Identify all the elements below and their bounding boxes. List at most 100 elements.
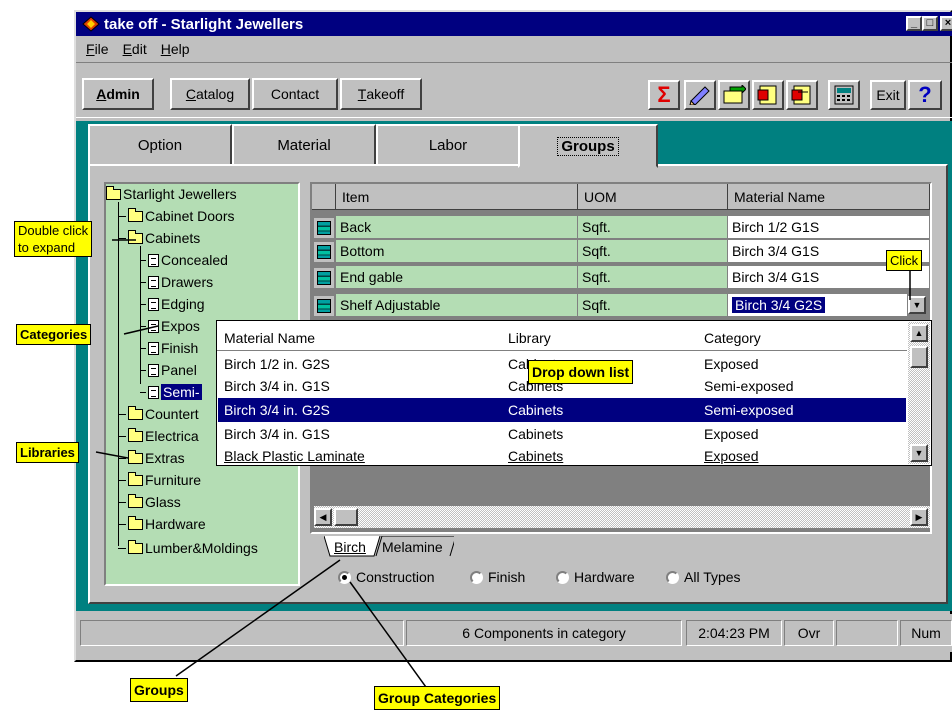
tree-item-exposed[interactable]: Expos — [140, 316, 200, 336]
dropdown-option-selected[interactable]: Birch 3/4 in. G2S Cabinets Semi-exposed — [218, 398, 906, 422]
tree-item-edging[interactable]: Edging — [140, 294, 205, 314]
dropdown-header: Material Name Library Category — [224, 330, 761, 346]
table-row-item[interactable]: Shelf Adjustable — [336, 294, 578, 317]
tree-item-panel[interactable]: Panel — [140, 360, 197, 380]
tree-item-cabinets[interactable]: Cabinets — [118, 228, 200, 248]
document-icon — [148, 363, 159, 377]
group-tab-birch[interactable]: Birch — [324, 536, 454, 558]
status-message: 6 Components in category — [406, 620, 682, 646]
calculator-icon[interactable] — [828, 80, 860, 110]
h-scroll-thumb[interactable] — [334, 508, 358, 526]
exit-button[interactable]: Exit — [870, 80, 906, 110]
transfer-icon[interactable] — [718, 80, 750, 110]
table-row-item[interactable]: Back — [336, 216, 578, 239]
document-icon — [148, 253, 159, 267]
table-row-material[interactable]: Birch 1/2 G1S — [728, 216, 930, 239]
folder-icon — [128, 449, 143, 464]
component-icon — [314, 268, 334, 288]
tree-item-concealed[interactable]: Concealed — [140, 250, 228, 270]
grid-corner — [312, 184, 336, 210]
table-row-uom[interactable]: Sqft. — [578, 240, 728, 263]
document-icon — [148, 385, 159, 399]
status-overwrite: Ovr — [784, 620, 834, 646]
help-icon[interactable]: ? — [908, 80, 942, 110]
grid-header-uom[interactable]: UOM — [578, 184, 728, 210]
table-row-uom[interactable]: Sqft. — [578, 216, 728, 239]
menu-edit[interactable]: Edit — [123, 41, 147, 57]
open-folder-icon — [106, 185, 121, 200]
tab-labor[interactable]: Labor — [376, 124, 520, 166]
folder-icon — [128, 427, 143, 442]
admin-button[interactable]: Admin — [82, 78, 154, 110]
tree-item-furniture[interactable]: Furniture — [118, 470, 201, 490]
folder-icon — [128, 515, 143, 530]
tree-item-semi-exposed[interactable]: Semi- — [140, 382, 202, 402]
scroll-up-button[interactable]: ▲ — [910, 324, 928, 342]
app-logo-icon — [82, 16, 100, 32]
catalog-button[interactable]: Catalog — [170, 78, 250, 110]
dropdown-scrollbar[interactable] — [908, 322, 930, 464]
maximize-button[interactable]: □ — [922, 16, 938, 31]
folder-icon — [128, 207, 143, 222]
contact-button[interactable]: Contact — [252, 78, 338, 110]
tab-option[interactable]: Option — [88, 124, 232, 166]
close-button[interactable]: × — [940, 16, 952, 31]
folder-icon — [128, 493, 143, 508]
tree-item-extras[interactable]: Extras — [118, 448, 185, 468]
tree-item-countertops[interactable]: Countert — [118, 404, 199, 424]
tree-item-electrical[interactable]: Electrica — [118, 426, 199, 446]
folder-icon — [128, 405, 143, 420]
tab-groups[interactable]: Groups — [518, 124, 658, 168]
takeoff-button[interactable]: Takeoff — [340, 78, 422, 110]
tree-item-lumber-moldings[interactable]: Lumber&Moldings — [118, 538, 258, 558]
radio-finish[interactable]: Finish — [470, 568, 525, 586]
callout-libraries: Libraries — [16, 442, 79, 463]
tree-item-drawers[interactable]: Drawers — [140, 272, 213, 292]
material-combo-value[interactable]: Birch 3/4 G2S — [728, 294, 908, 317]
radio-construction[interactable]: Construction — [338, 568, 435, 586]
grid-horizontal-scrollbar[interactable] — [314, 506, 930, 528]
open-folder-icon — [128, 229, 143, 244]
book-icon[interactable] — [752, 80, 784, 110]
tree-item-hardware[interactable]: Hardware — [118, 514, 206, 534]
pencil-icon[interactable] — [684, 80, 716, 110]
menu-file[interactable]: File — [86, 41, 109, 57]
sum-icon[interactable]: Σ — [648, 80, 680, 110]
document-icon — [148, 297, 159, 311]
window-title: take off - Starlight Jewellers — [104, 15, 304, 33]
scroll-left-button[interactable]: ◀ — [314, 508, 332, 526]
grid-header-item[interactable]: Item — [336, 184, 578, 210]
menu-help[interactable]: Help — [161, 41, 190, 57]
radio-hardware[interactable]: Hardware — [556, 568, 635, 586]
callout-double-click: Double click to expand — [14, 221, 93, 257]
minimize-button[interactable]: _ — [906, 16, 922, 31]
tree-item-glass[interactable]: Glass — [118, 492, 181, 512]
notebook-icon[interactable] — [786, 80, 818, 110]
dropdown-option[interactable]: Black Plastic Laminate Cabinets Exposed — [218, 444, 906, 468]
tree-root[interactable]: Starlight Jewellers — [106, 184, 237, 204]
status-num: Num — [900, 620, 952, 646]
group-tab-melamine[interactable]: Melamine — [382, 536, 443, 558]
folder-icon — [128, 539, 143, 554]
title-bar[interactable]: take off - Starlight Jewellers _ □ × — [76, 12, 952, 36]
callout-group-categories: Group Categories — [374, 686, 501, 710]
menu-bar: File Edit Help — [76, 38, 194, 60]
tree-item-finish[interactable]: Finish — [140, 338, 198, 358]
table-row-uom[interactable]: Sqft. — [578, 294, 728, 317]
scroll-down-button[interactable]: ▼ — [910, 444, 928, 462]
dropdown-option[interactable]: Birch 3/4 in. G1S Cabinets Exposed — [218, 422, 906, 446]
dropdown-arrow-button[interactable]: ▼ — [908, 296, 926, 314]
component-icon — [314, 296, 334, 316]
tree-item-cabinet-doors[interactable]: Cabinet Doors — [118, 206, 235, 226]
tab-material[interactable]: Material — [232, 124, 376, 166]
status-time: 2:04:23 PM — [686, 620, 782, 646]
document-icon — [148, 341, 159, 355]
radio-all-types[interactable]: All Types — [666, 568, 741, 586]
scroll-right-button[interactable]: ▶ — [910, 508, 928, 526]
table-row-uom[interactable]: Sqft. — [578, 266, 728, 289]
component-icon — [314, 218, 334, 238]
grid-header-material[interactable]: Material Name — [728, 184, 930, 210]
table-row-item[interactable]: End gable — [336, 266, 578, 289]
table-row-item[interactable]: Bottom — [336, 240, 578, 263]
scroll-thumb[interactable] — [910, 346, 928, 368]
